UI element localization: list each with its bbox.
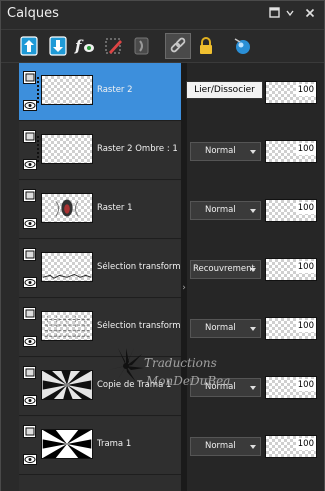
- layer-type-icon[interactable]: [23, 69, 36, 84]
- panel-title: Calques: [7, 6, 59, 21]
- new-raster-layer-icon[interactable]: [16, 33, 42, 59]
- opacity-field[interactable]: 100: [265, 140, 317, 163]
- chevron-down-icon: [250, 209, 256, 213]
- blend-mode-value: Normal: [205, 323, 236, 333]
- layer-name[interactable]: Sélection transformée: [97, 262, 181, 272]
- chevron-down-icon: [250, 386, 256, 390]
- visibility-eye-icon[interactable]: [23, 214, 37, 229]
- link-indicator: [37, 136, 39, 162]
- layer-mask-icon[interactable]: [129, 33, 155, 59]
- maximize-icon[interactable]: [267, 7, 281, 21]
- layer-thumbnail: [41, 134, 93, 164]
- blend-mode-value: Normal: [205, 146, 236, 156]
- layer-type-icon[interactable]: [23, 423, 36, 438]
- opacity-value[interactable]: 100: [295, 84, 316, 96]
- chevron-down-icon: [250, 445, 256, 449]
- blend-mode-select[interactable]: Normal: [190, 437, 261, 456]
- layer-name[interactable]: Raster 2 Ombre : 1: [97, 144, 181, 154]
- opacity-value[interactable]: 100: [295, 379, 316, 391]
- layer-row[interactable]: Trama 1: [19, 417, 181, 475]
- layer-type-icon[interactable]: [23, 246, 36, 261]
- layer-type-icon[interactable]: [23, 187, 36, 202]
- opacity-value[interactable]: 100: [295, 438, 316, 450]
- layer-type-icon[interactable]: [23, 305, 36, 320]
- layer-thumbnail: [41, 370, 93, 400]
- visibility-eye-icon[interactable]: [23, 391, 37, 406]
- opacity-value[interactable]: 100: [295, 320, 316, 332]
- layer-row[interactable]: Sélection transformée: [19, 240, 181, 298]
- blend-mode-select[interactable]: Normal: [190, 319, 261, 338]
- chevron-down-icon: [250, 327, 256, 331]
- layer-name[interactable]: Raster 1: [97, 203, 181, 213]
- visibility-eye-icon[interactable]: [23, 273, 37, 288]
- layers-panel: Calques f › Raster 2 Raster 2 Ombre: 1 …: [0, 0, 325, 491]
- layer-name[interactable]: Trama 1: [97, 439, 181, 449]
- layer-row[interactable]: Copie de Trama 1: [19, 358, 181, 416]
- left-gutter: [1, 63, 19, 491]
- chevron-down-icon: [250, 150, 256, 154]
- blend-mode-select[interactable]: Normal: [190, 378, 261, 397]
- visibility-eye-icon[interactable]: [23, 155, 37, 170]
- dropdown-arrow-icon[interactable]: [283, 7, 297, 21]
- link-unlink-icon[interactable]: [165, 33, 191, 59]
- visibility-eye-icon[interactable]: [23, 450, 37, 465]
- new-adjustment-layer-icon[interactable]: f: [72, 33, 98, 59]
- layer-thumbnail: [41, 193, 93, 223]
- lock-icon[interactable]: [193, 33, 219, 59]
- layer-row[interactable]: Sélection transformée: [19, 299, 181, 357]
- close-icon[interactable]: [303, 7, 317, 21]
- chevron-down-icon: [250, 268, 256, 272]
- opacity-field[interactable]: 100: [265, 376, 317, 399]
- blend-mode-select[interactable]: Normal: [190, 201, 261, 220]
- blend-mode-select[interactable]: Recouvrement: [190, 260, 261, 279]
- layer-row[interactable]: Raster 2: [19, 63, 181, 121]
- blend-mode-select[interactable]: Normal: [190, 142, 261, 161]
- blend-mode-value: Normal: [205, 441, 236, 451]
- layer-name[interactable]: Raster 2: [97, 85, 181, 95]
- layer-thumbnail: [41, 75, 93, 105]
- merge-down-icon[interactable]: [45, 33, 71, 59]
- blend-mode-value: Normal: [205, 205, 236, 215]
- svg-text:f: f: [74, 37, 84, 55]
- layer-name[interactable]: Sélection transformée: [97, 321, 181, 331]
- layer-thumbnail: [41, 252, 93, 282]
- layer-type-icon[interactable]: [23, 364, 36, 379]
- tooltip: Lier/Dissocier: [186, 81, 263, 99]
- opacity-value[interactable]: 100: [295, 261, 316, 273]
- layer-name[interactable]: Copie de Trama 1: [97, 380, 181, 390]
- opacity-field[interactable]: 100: [265, 81, 317, 104]
- layer-row[interactable]: Raster 2 Ombre : 1: [19, 122, 181, 180]
- layer-properties-icon[interactable]: [230, 33, 256, 59]
- visibility-eye-icon[interactable]: [23, 96, 37, 111]
- panel-titlebar: Calques: [1, 1, 324, 30]
- layer-thumbnail: [41, 311, 93, 341]
- opacity-field[interactable]: 100: [265, 199, 317, 222]
- opacity-value[interactable]: 100: [295, 202, 316, 214]
- layer-row[interactable]: Raster 1: [19, 181, 181, 239]
- layer-thumbnail: [41, 429, 93, 459]
- visibility-eye-icon[interactable]: [23, 332, 37, 347]
- layers-toolbar: f: [1, 30, 324, 63]
- edit-selection-icon[interactable]: [101, 33, 127, 59]
- blend-mode-value: Normal: [205, 382, 236, 392]
- layer-type-icon[interactable]: [23, 128, 36, 143]
- opacity-field[interactable]: 100: [265, 258, 317, 281]
- opacity-field[interactable]: 100: [265, 317, 317, 340]
- opacity-field[interactable]: 100: [265, 435, 317, 458]
- link-indicator: [37, 77, 39, 103]
- blend-mode-value: Recouvrement: [193, 264, 255, 274]
- opacity-value[interactable]: 100: [295, 143, 316, 155]
